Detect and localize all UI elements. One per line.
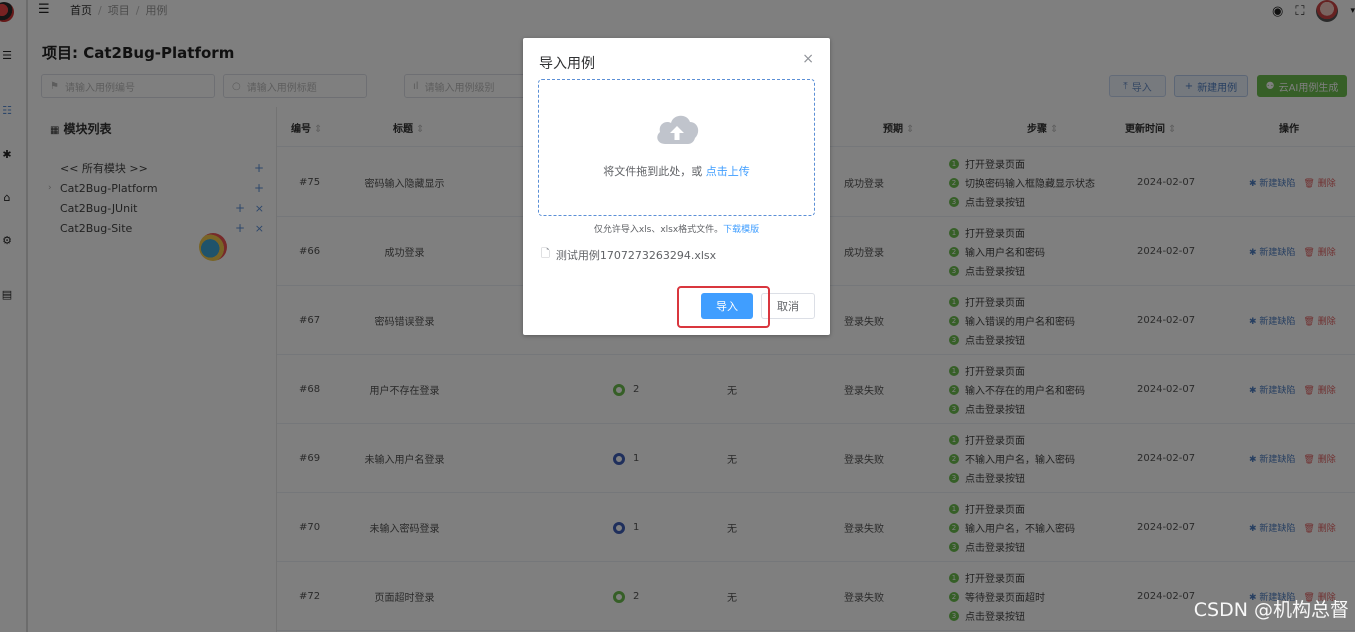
drop-text: 将文件拖到此处，或 点击上传 — [539, 163, 814, 179]
tip-text: 仅允许导入xls、xlsx格式文件。 — [593, 225, 724, 235]
download-template-link[interactable]: 下载模版 — [723, 225, 759, 235]
dialog-title: 导入用例 — [539, 56, 595, 72]
drop-hint: 将文件拖到此处，或 — [603, 165, 706, 178]
file-name: 测试用例1707273263294.xlsx — [555, 248, 717, 262]
close-icon[interactable]: × — [802, 51, 814, 67]
upload-dropzone[interactable]: 将文件拖到此处，或 点击上传 — [538, 79, 815, 216]
watermark: CSDN @机构总督 — [1193, 599, 1349, 621]
click-upload-link[interactable]: 点击上传 — [706, 165, 750, 178]
cloud-upload-icon — [657, 115, 699, 144]
uploaded-file[interactable]: 🗋 测试用例1707273263294.xlsx — [541, 245, 716, 264]
import-dialog: 导入用例 × 将文件拖到此处，或 点击上传 仅允许导入xls、xlsx格式文件。… — [523, 38, 830, 335]
upload-tip: 仅允许导入xls、xlsx格式文件。下载模版 — [523, 222, 830, 235]
highlight-box — [677, 286, 770, 328]
document-icon: 🗋 — [541, 247, 550, 260]
